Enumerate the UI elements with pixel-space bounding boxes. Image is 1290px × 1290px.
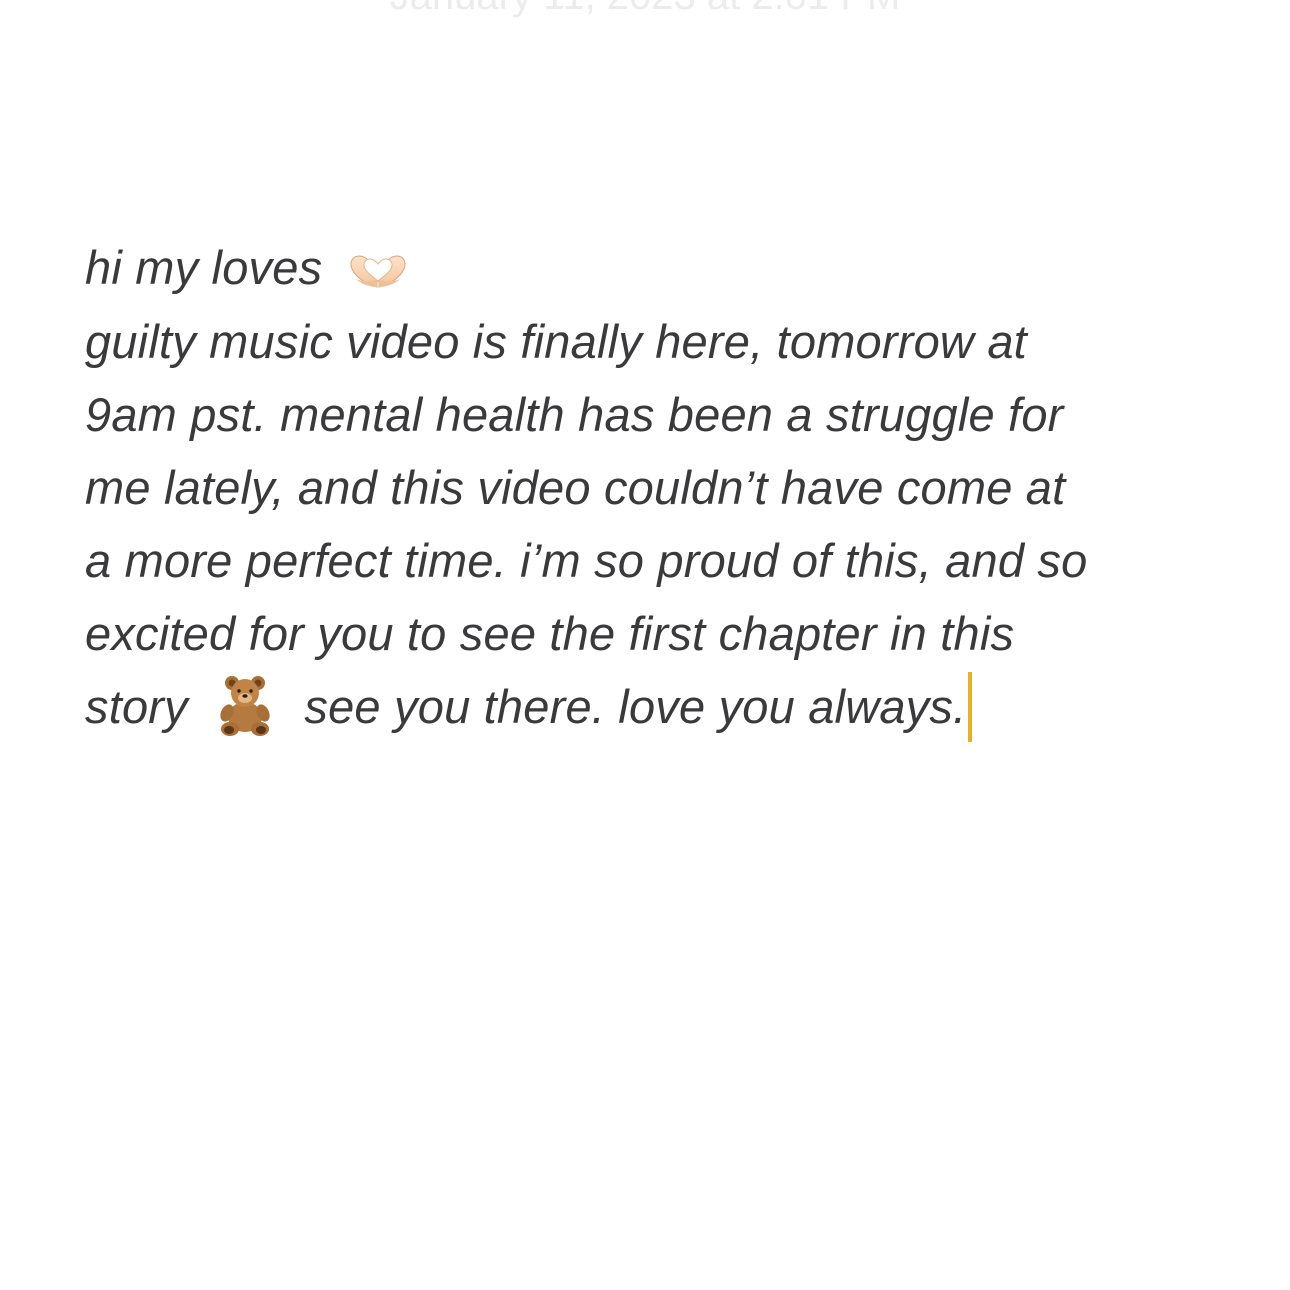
note-body-editor[interactable]: hi my loves guilty music video is finall…	[85, 238, 1215, 746]
teddy-bear-icon	[213, 673, 277, 737]
note-line-last: story see you there. love you always.	[85, 670, 1215, 746]
closing-text: see you there. love you always.	[304, 680, 967, 733]
note-line: 9am pst. mental health has been a strugg…	[85, 388, 1064, 441]
heart-hands-icon	[348, 246, 408, 288]
note-timestamp: January 11, 2023 at 2:01 PM	[0, 0, 1290, 19]
note-line: guilty music video is finally here, tomo…	[85, 315, 1027, 368]
note-line-greeting: hi my loves	[85, 239, 1215, 297]
note-line: excited for you to see the first chapter…	[85, 607, 1015, 660]
note-line: a more perfect time. i’m so proud of thi…	[85, 534, 1088, 587]
story-text: story	[85, 680, 188, 733]
text-cursor	[968, 671, 973, 742]
note-line: me lately, and this video couldn’t have …	[85, 461, 1066, 514]
greeting-text: hi my loves	[85, 241, 323, 294]
